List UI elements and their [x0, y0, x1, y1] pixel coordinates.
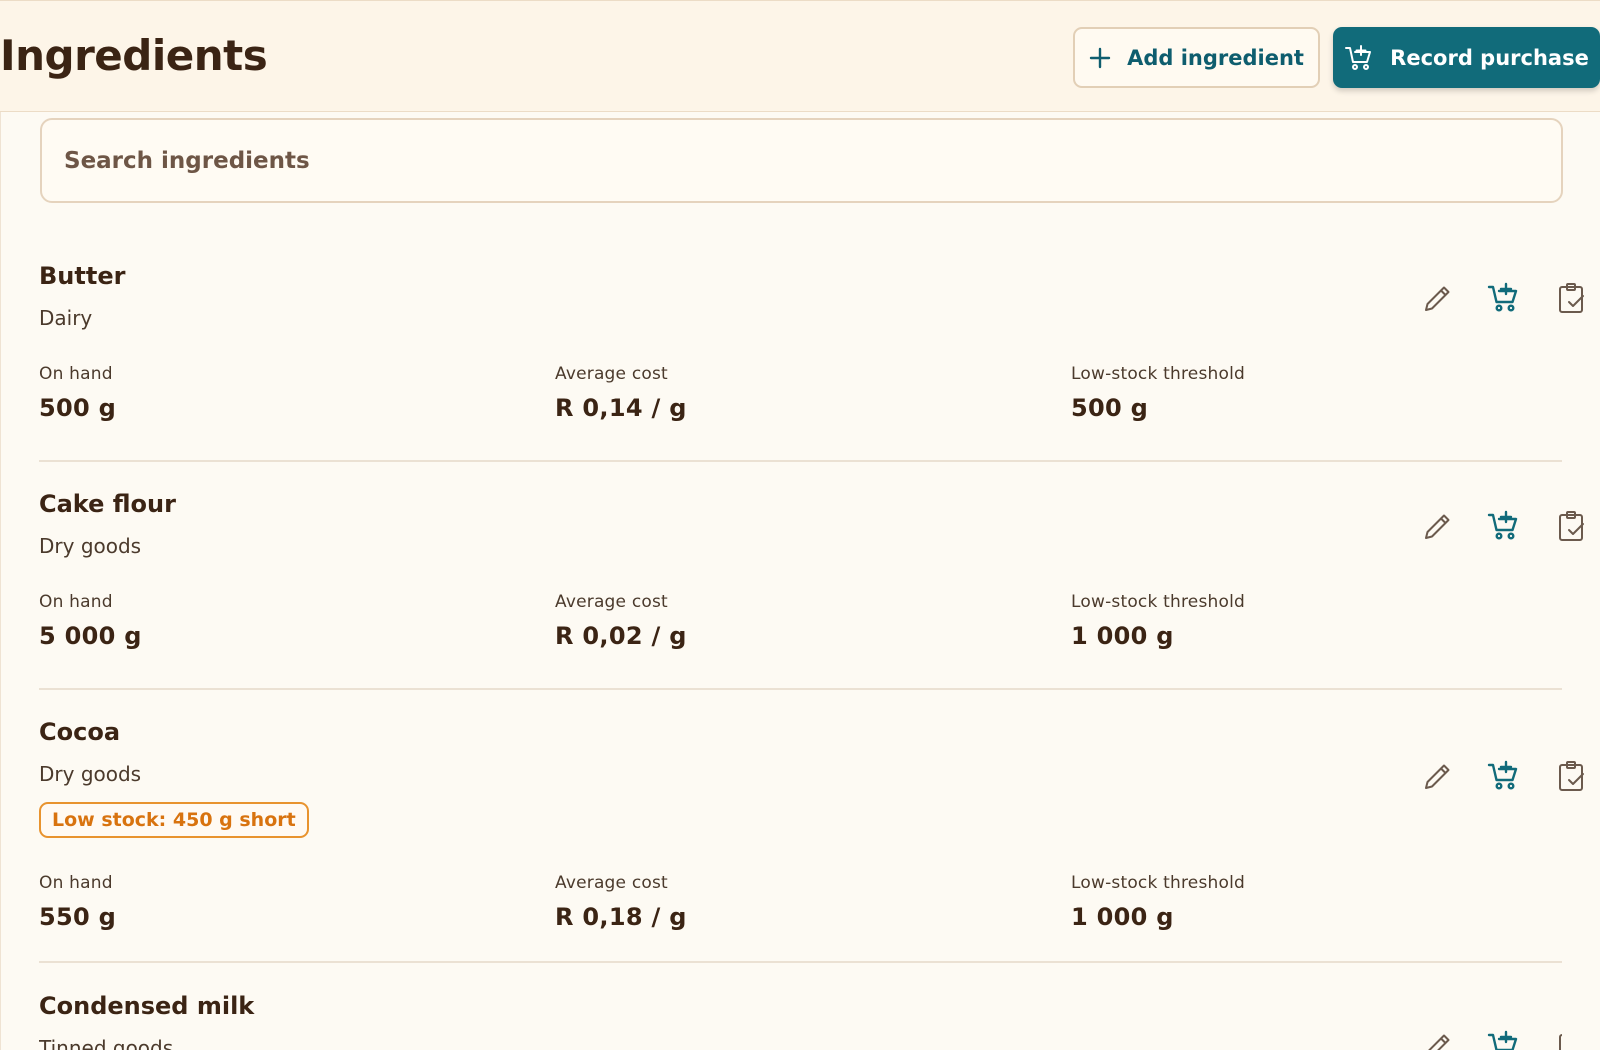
- metric-label: Low-stock threshold: [1071, 592, 1245, 612]
- ingredient-category: Dry goods: [39, 534, 142, 558]
- metric-label: Average cost: [555, 873, 668, 893]
- average-cost-metric: Average cost R 0,14 / g: [555, 364, 687, 422]
- row-actions: [1202, 758, 1584, 798]
- on-hand-value: 5 000 g: [39, 622, 142, 650]
- threshold-metric: Low-stock threshold 1 000 g: [1071, 873, 1245, 931]
- record-purchase-button[interactable]: Record purchase: [1333, 27, 1600, 88]
- ingredient-name: Butter: [39, 262, 126, 290]
- ingredients-page: Ingredients Add ingredient Record purcha…: [0, 0, 1600, 1050]
- cart-plus-icon[interactable]: [1486, 508, 1522, 544]
- ingredient-card: Cocoa Dry goods Low stock: 450 g short O…: [39, 718, 1584, 938]
- ingredient-category: Dairy: [39, 306, 93, 330]
- cart-plus-icon: [1344, 43, 1374, 73]
- metric-label: On hand: [39, 364, 113, 384]
- cart-plus-icon[interactable]: [1486, 758, 1522, 794]
- row-actions: [1202, 508, 1584, 548]
- on-hand-metric: On hand 550 g: [39, 873, 116, 931]
- average-cost-metric: Average cost R 0,18 / g: [555, 873, 687, 931]
- threshold-value: 1 000 g: [1071, 903, 1174, 931]
- metric-label: On hand: [39, 592, 113, 612]
- row-divider: [39, 460, 1562, 462]
- metric-label: Low-stock threshold: [1071, 364, 1245, 384]
- pencil-icon[interactable]: [1420, 758, 1456, 794]
- on-hand-metric: On hand 500 g: [39, 364, 116, 422]
- threshold-value: 1 000 g: [1071, 622, 1174, 650]
- ingredient-card: Cake flour Dry goods On hand 5 000 g Ave…: [39, 490, 1584, 670]
- page-title: Ingredients: [0, 31, 268, 80]
- ingredient-category: Tinned goods: [39, 1036, 174, 1050]
- on-hand-value: 550 g: [39, 903, 117, 931]
- clipboard-check-icon[interactable]: [1554, 280, 1590, 316]
- ingredient-name: Condensed milk: [39, 992, 255, 1020]
- ingredient-card: Condensed milk Tinned goods: [39, 992, 1562, 1050]
- page-header: Ingredients Add ingredient Record purcha…: [0, 0, 1600, 112]
- average-cost-metric: Average cost R 0,02 / g: [555, 592, 687, 650]
- ingredient-name: Cake flour: [39, 490, 176, 518]
- clipboard-check-icon[interactable]: [1554, 508, 1590, 544]
- average-cost-value: R 0,14 / g: [555, 394, 687, 422]
- ingredient-category: Dry goods: [39, 762, 142, 786]
- cart-plus-icon[interactable]: [1486, 280, 1522, 316]
- ingredient-name: Cocoa: [39, 718, 121, 746]
- clipboard-check-icon[interactable]: [1554, 758, 1590, 794]
- average-cost-value: R 0,18 / g: [555, 903, 687, 931]
- threshold-value: 500 g: [1071, 394, 1149, 422]
- plus-icon: [1089, 47, 1111, 69]
- pencil-icon[interactable]: [1420, 1028, 1456, 1050]
- row-divider: [39, 961, 1562, 963]
- cart-plus-icon[interactable]: [1486, 1028, 1522, 1050]
- ingredient-card: Butter Dairy On hand 500 g Average cost …: [39, 262, 1584, 442]
- threshold-metric: Low-stock threshold 500 g: [1071, 364, 1245, 422]
- metric-label: Average cost: [555, 364, 668, 384]
- pencil-icon[interactable]: [1420, 280, 1456, 316]
- record-purchase-label: Record purchase: [1390, 45, 1589, 70]
- add-ingredient-button[interactable]: Add ingredient: [1073, 27, 1320, 88]
- search-input[interactable]: Search ingredients: [40, 118, 1563, 203]
- low-stock-badge: Low stock: 450 g short: [39, 802, 309, 838]
- on-hand-value: 500 g: [39, 394, 117, 422]
- pencil-icon[interactable]: [1420, 508, 1456, 544]
- metric-label: On hand: [39, 873, 113, 893]
- clipboard-check-icon[interactable]: [1554, 1028, 1562, 1050]
- row-actions: [1202, 280, 1584, 320]
- on-hand-metric: On hand 5 000 g: [39, 592, 142, 650]
- metric-label: Average cost: [555, 592, 668, 612]
- row-actions: [1202, 1028, 1562, 1050]
- threshold-metric: Low-stock threshold 1 000 g: [1071, 592, 1245, 650]
- add-ingredient-label: Add ingredient: [1127, 45, 1304, 70]
- row-divider: [39, 688, 1562, 690]
- average-cost-value: R 0,02 / g: [555, 622, 687, 650]
- metric-label: Low-stock threshold: [1071, 873, 1245, 893]
